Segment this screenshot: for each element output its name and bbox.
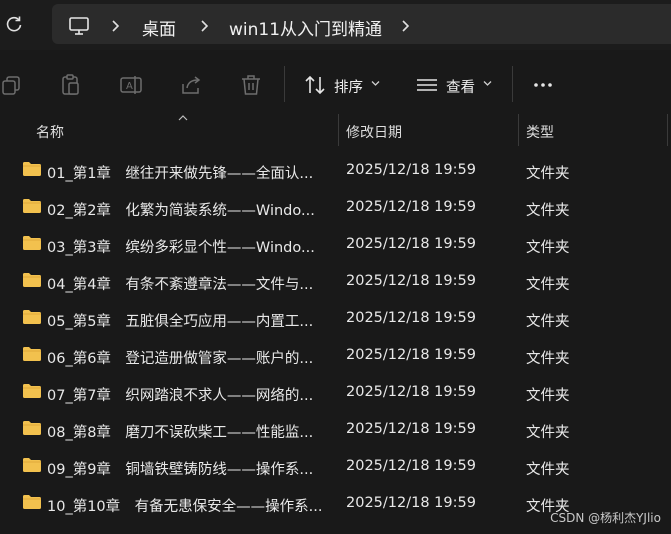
file-date: 2025/12/18 19:59 (346, 495, 476, 511)
table-row[interactable]: 04_第4章 有条不紊遵章法——文件与... 2025/12/18 19:59 … (0, 263, 671, 300)
breadcrumb-desktop[interactable]: 桌面 (142, 15, 176, 40)
file-name: 04_第4章 有条不紊遵章法——文件与... (47, 277, 314, 293)
file-name: 08_第8章 磨刀不误砍柴工——性能监... (47, 425, 314, 441)
watermark: CSDN @杨利杰YJlio (550, 511, 661, 525)
file-date: 2025/12/18 19:59 (346, 162, 476, 178)
file-type: 文件夹 (526, 166, 570, 182)
file-date: 2025/12/18 19:59 (346, 236, 476, 252)
view-list-icon (417, 79, 437, 91)
folder-icon (23, 310, 41, 324)
column-name-header[interactable]: 名称 (36, 122, 64, 142)
address-row: 桌面 win11从入门到精通 (0, 0, 671, 50)
file-type: 文件夹 (526, 351, 570, 367)
column-header: 名称 修改日期 类型 (0, 114, 671, 146)
monitor-icon[interactable] (68, 16, 90, 36)
file-name: 06_第6章 登记造册做管家——账户的... (47, 351, 314, 367)
file-date: 2025/12/18 19:59 (346, 421, 476, 437)
folder-icon (23, 458, 41, 472)
file-date: 2025/12/18 19:59 (346, 384, 476, 400)
file-type: 文件夹 (526, 462, 570, 478)
folder-icon (23, 495, 41, 509)
folder-icon (23, 273, 41, 287)
table-row[interactable]: 05_第5章 五脏俱全巧应用——内置工... 2025/12/18 19:59 … (0, 300, 671, 337)
address-bar[interactable]: 桌面 win11从入门到精通 (52, 4, 671, 44)
file-type: 文件夹 (526, 240, 570, 256)
chevron-right-icon[interactable] (110, 19, 120, 33)
file-type: 文件夹 (526, 425, 570, 441)
column-type-header[interactable]: 类型 (526, 122, 554, 142)
refresh-icon[interactable] (2, 12, 26, 36)
table-row[interactable]: 08_第8章 磨刀不误砍柴工——性能监... 2025/12/18 19:59 … (0, 411, 671, 448)
sort-icon (305, 75, 325, 95)
chevron-right-icon[interactable] (400, 19, 410, 33)
file-name: 02_第2章 化繁为简装系统——Windo... (47, 203, 315, 219)
file-name: 01_第1章 继往开来做先锋——全面认... (47, 166, 314, 182)
copy-icon[interactable] (0, 72, 26, 98)
sort-label: 排序 (334, 80, 363, 96)
file-date: 2025/12/18 19:59 (346, 273, 476, 289)
table-row[interactable]: 02_第2章 化繁为简装系统——Windo... 2025/12/18 19:5… (0, 189, 671, 226)
svg-text:A: A (126, 81, 133, 92)
share-icon[interactable] (178, 72, 204, 98)
paste-icon[interactable] (58, 72, 84, 98)
file-type: 文件夹 (526, 388, 570, 404)
file-name: 05_第5章 五脏俱全巧应用——内置工... (47, 314, 314, 330)
file-date: 2025/12/18 19:59 (346, 458, 476, 474)
more-options-icon[interactable] (530, 72, 556, 98)
file-date: 2025/12/18 19:59 (346, 347, 476, 363)
table-row[interactable]: 07_第7章 织网踏浪不求人——网络的... 2025/12/18 19:59 … (0, 374, 671, 411)
file-name: 03_第3章 缤纷多彩显个性——Windo... (47, 240, 315, 256)
chevron-down-icon (483, 81, 492, 86)
folder-icon (23, 162, 41, 176)
toolbar-divider (284, 66, 285, 102)
file-name: 07_第7章 织网踏浪不求人——网络的... (47, 388, 314, 404)
folder-icon (23, 347, 41, 361)
column-divider[interactable] (667, 114, 668, 146)
table-row[interactable]: 06_第6章 登记造册做管家——账户的... 2025/12/18 19:59 … (0, 337, 671, 374)
file-type: 文件夹 (526, 314, 570, 330)
column-date-header[interactable]: 修改日期 (346, 122, 402, 142)
file-type: 文件夹 (526, 203, 570, 219)
view-label: 查看 (446, 80, 475, 96)
table-row[interactable]: 09_第9章 铜墙铁壁铸防线——操作系... 2025/12/18 19:59 … (0, 448, 671, 485)
toolbar-divider (512, 66, 513, 102)
file-date: 2025/12/18 19:59 (346, 310, 476, 326)
folder-icon (23, 421, 41, 435)
chevron-right-icon[interactable] (199, 19, 209, 33)
breadcrumb-folder[interactable]: win11从入门到精通 (229, 15, 382, 40)
column-divider[interactable] (338, 114, 339, 146)
file-date: 2025/12/18 19:59 (346, 199, 476, 215)
chevron-down-icon (371, 81, 380, 86)
delete-icon[interactable] (238, 72, 264, 98)
table-row[interactable]: 01_第1章 继往开来做先锋——全面认... 2025/12/18 19:59 … (0, 152, 671, 189)
rename-icon[interactable]: A (118, 72, 144, 98)
file-name: 10_第10章 有备无患保安全——操作系... (47, 499, 323, 515)
column-divider[interactable] (518, 114, 519, 146)
folder-icon (23, 199, 41, 213)
folder-icon (23, 236, 41, 250)
table-row[interactable]: 03_第3章 缤纷多彩显个性——Windo... 2025/12/18 19:5… (0, 226, 671, 263)
command-bar: A 排序 查看 (0, 58, 671, 114)
file-type: 文件夹 (526, 277, 570, 293)
file-name: 09_第9章 铜墙铁壁铸防线——操作系... (47, 462, 314, 478)
folder-icon (23, 384, 41, 398)
sort-ascending-icon (178, 115, 188, 121)
